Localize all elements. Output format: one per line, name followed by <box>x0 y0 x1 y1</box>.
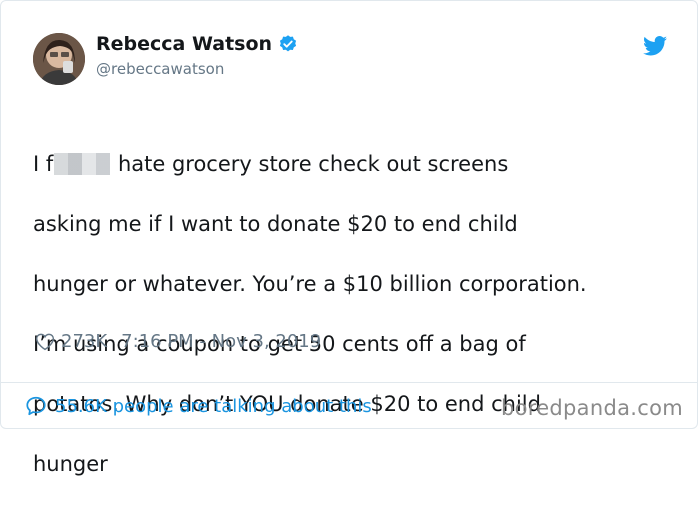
tweet-line-1-start: I f <box>33 152 54 176</box>
tweet-header: Rebecca Watson @rebeccawatson <box>33 31 667 91</box>
censored-word-blur <box>54 153 111 175</box>
conversation-text: 55.6K people are talking about this <box>55 395 372 417</box>
twitter-bird-icon[interactable] <box>643 36 667 56</box>
tweet-text: I f hate grocery store check out screens… <box>33 119 673 509</box>
heart-icon[interactable] <box>35 332 55 351</box>
tweet-line-6: hunger <box>33 452 108 476</box>
tweet-card: Rebecca Watson @rebeccawatson I f hate g… <box>0 0 698 476</box>
author-handle[interactable]: @rebeccawatson <box>96 60 298 78</box>
conversation-link[interactable]: 55.6K people are talking about this <box>25 395 372 417</box>
speech-bubble-icon <box>25 395 47 417</box>
author-display-name[interactable]: Rebecca Watson <box>96 33 272 55</box>
avatar[interactable] <box>33 33 85 85</box>
avatar-photo <box>33 33 85 85</box>
tweet-line-3: hunger or whatever. You’re a $10 billion… <box>33 272 587 296</box>
verified-badge-icon <box>278 34 298 54</box>
like-count[interactable]: 273K <box>61 331 107 352</box>
footer-divider <box>1 382 697 383</box>
tweet-meta: 273K 7:16 PM - Nov 3, 2019 <box>35 331 321 352</box>
tweet-timestamp[interactable]: 7:16 PM - Nov 3, 2019 <box>121 331 321 352</box>
tweet-line-1: I f hate grocery store check out screens <box>33 149 673 179</box>
author-block: Rebecca Watson @rebeccawatson <box>96 33 298 78</box>
tweet-line-1-end: hate grocery store check out screens <box>111 152 509 176</box>
tweet-line-2: asking me if I want to donate $20 to end… <box>33 212 518 236</box>
watermark: boredpanda.com <box>500 396 683 420</box>
